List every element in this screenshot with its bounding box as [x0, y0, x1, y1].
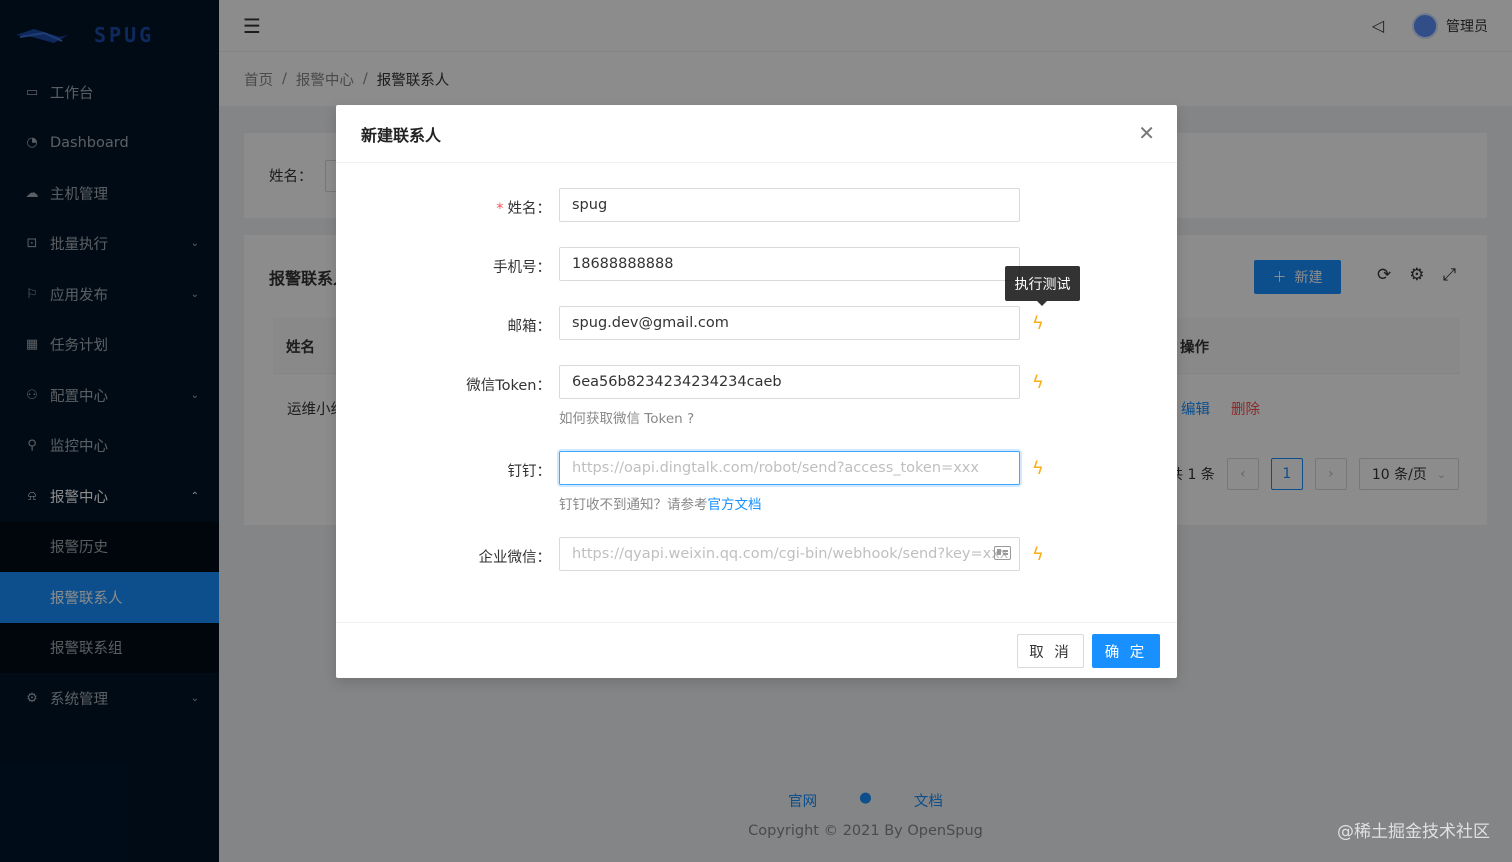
dingtalk-docs-link[interactable]: 官方文档 [708, 497, 762, 513]
thunderbolt-icon[interactable]: ϟ [1032, 458, 1044, 479]
modal-footer: 取 消 确 定 [336, 622, 1177, 678]
name-field[interactable]: spug [559, 188, 1020, 222]
email-field[interactable]: spug.dev@gmail.com [559, 306, 1020, 340]
name-label: * 姓名： [336, 197, 551, 218]
modal-title: 新建联系人 [361, 125, 442, 145]
new-contact-modal: 新建联系人 ✕ * 姓名： spug 手机号： 18688888888 邮箱： s… [336, 105, 1177, 678]
name-label-text: 姓名： [507, 201, 552, 217]
wechat-token-label: 微信Token： [466, 378, 551, 394]
dingtalk-label: 钉钉： [507, 464, 552, 480]
wework-placeholder: https://qyapi.weixin.qq.com/cgi-bin/webh… [572, 546, 1009, 562]
test-tooltip: 执行测试 [1005, 266, 1080, 306]
phone-label: 手机号： [493, 260, 551, 276]
modal-header: 新建联系人 ✕ [336, 105, 1177, 163]
watermark: @稀土掘金技术社区 [1337, 822, 1490, 842]
ok-button[interactable]: 确 定 [1092, 634, 1160, 668]
wechat-token-help-link[interactable]: 如何获取微信 Token ? [559, 407, 694, 427]
email-label: 邮箱： [507, 319, 552, 335]
thunderbolt-icon[interactable]: ϟ [1032, 544, 1044, 565]
dingtalk-help-text: 钉钉收不到通知？请参考 [559, 497, 708, 513]
wework-field[interactable]: https://qyapi.weixin.qq.com/cgi-bin/webh… [559, 537, 1020, 571]
id-card-icon [994, 546, 1011, 560]
thunderbolt-icon[interactable]: ϟ [1032, 313, 1044, 334]
wework-label: 企业微信： [478, 550, 552, 566]
phone-field[interactable]: 18688888888 [559, 247, 1020, 281]
cancel-button[interactable]: 取 消 [1017, 634, 1084, 668]
wechat-token-field[interactable]: 6ea56b8234234234234caeb [559, 365, 1020, 399]
required-mark: * [496, 201, 504, 217]
dingtalk-help: 钉钉收不到通知？请参考官方文档 [559, 493, 762, 513]
close-icon[interactable]: ✕ [1138, 121, 1155, 145]
thunderbolt-icon[interactable]: ϟ [1032, 372, 1044, 393]
dingtalk-field[interactable]: https://oapi.dingtalk.com/robot/send?acc… [559, 451, 1020, 485]
